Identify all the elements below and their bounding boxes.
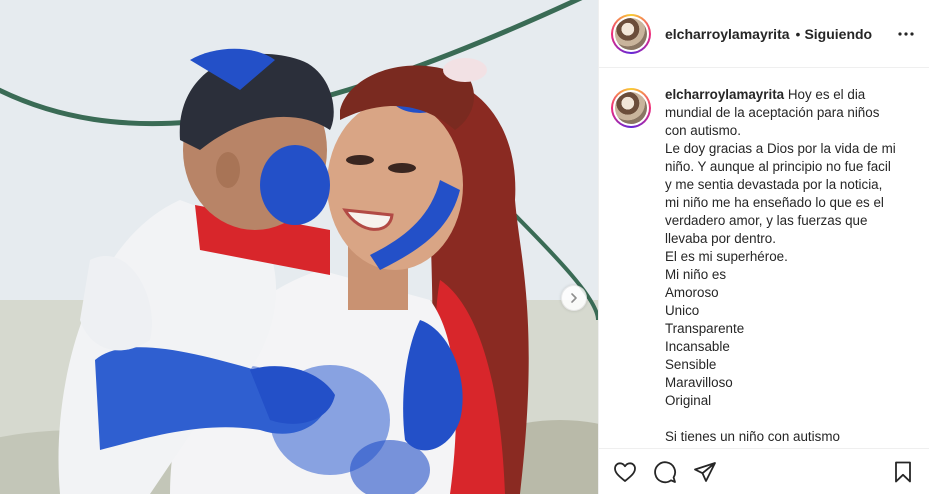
caption-line: con autismo. — [665, 123, 741, 138]
caption-line: Le doy gracias a Dios por la vida de mi — [665, 141, 896, 156]
caption-line: Transparente — [665, 321, 745, 336]
caption-line: Maravilloso — [665, 375, 733, 390]
caption-text: elcharroylamayrita Hoy es el dia mundial… — [665, 86, 905, 446]
caption-line: mi niño me ha enseñado lo que es el — [665, 195, 884, 210]
post-actions-bar — [599, 448, 929, 494]
caption-line: Sensible — [665, 357, 717, 372]
caption-line: y me sentia devastada por la noticia, — [665, 177, 883, 192]
caption-line: Unico — [665, 303, 700, 318]
save-button[interactable] — [891, 460, 915, 484]
caption-username[interactable]: elcharroylamayrita — [665, 87, 784, 102]
caption-line: Hoy es el dia — [787, 87, 866, 102]
caption-line: Original — [665, 393, 712, 408]
comment-button[interactable] — [653, 460, 677, 484]
caption-line: mundial de la aceptación para niños — [665, 105, 880, 120]
comment-icon — [654, 460, 676, 483]
comments-area[interactable]: elcharroylamayrita Hoy es el dia mundial… — [611, 86, 919, 446]
post-details-panel: elcharroylamayrita • Siguiendo elcharroy… — [598, 0, 929, 494]
next-photo-button[interactable] — [561, 285, 587, 311]
caption-line — [665, 410, 905, 428]
more-options-button[interactable] — [895, 24, 917, 44]
caption-line: Mi niño es — [665, 267, 727, 282]
caption-line: Amoroso — [665, 285, 719, 300]
caption-line: verdadero amor, y las fuerzas que — [665, 213, 868, 228]
bookmark-icon — [895, 461, 911, 482]
author-avatar[interactable] — [611, 13, 651, 54]
paper-plane-icon — [694, 461, 716, 482]
photo-illustration — [0, 0, 598, 494]
share-button[interactable] — [693, 460, 717, 484]
caption-line: llevaba por dentro. — [665, 231, 776, 246]
caption-first-line: elcharroylamayrita Hoy es el dia — [665, 86, 905, 104]
like-button[interactable] — [613, 460, 637, 484]
caption-line: El es mi superhéroe. — [665, 249, 788, 264]
caption-comment: elcharroylamayrita Hoy es el dia mundial… — [611, 86, 919, 446]
post-header: elcharroylamayrita • Siguiendo — [599, 0, 929, 68]
chevron-right-icon — [571, 293, 577, 303]
caption-avatar[interactable] — [611, 88, 651, 128]
author-username[interactable]: elcharroylamayrita — [665, 26, 790, 42]
caption-line: Incansable — [665, 339, 730, 354]
caption-line: Si tienes un niño con autismo — [665, 429, 840, 444]
more-options-icon — [898, 32, 914, 36]
caption-line: niño. Y aunque al principio no fue facil — [665, 159, 891, 174]
avatar-image — [615, 17, 647, 50]
following-button[interactable]: Siguiendo — [804, 26, 872, 42]
avatar-image — [615, 92, 647, 124]
heart-icon — [614, 461, 636, 482]
post-photo[interactable] — [0, 0, 598, 494]
separator-dot: • — [795, 25, 801, 42]
